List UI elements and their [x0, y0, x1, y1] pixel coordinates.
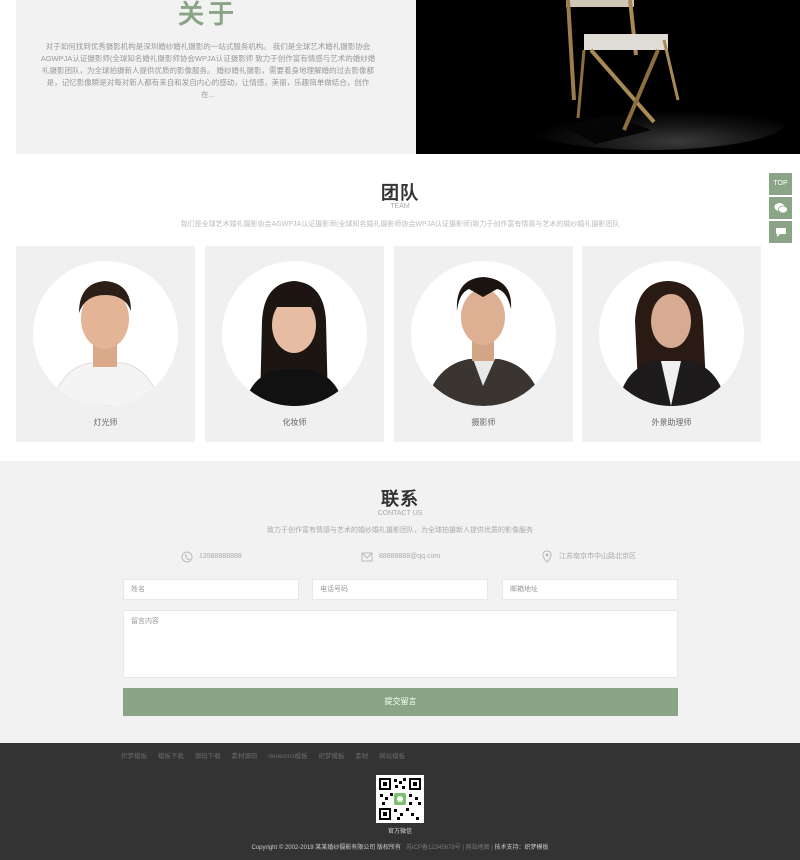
- phone-icon: [181, 551, 193, 563]
- phone-field[interactable]: 电话号码: [312, 579, 488, 600]
- contact-subtitle: CONTACT US: [377, 510, 423, 517]
- name-field[interactable]: 姓名: [123, 579, 299, 600]
- footer-links: 织梦模板 模板下载 源码下载 素材源码 dedecms模板 织梦模板 素材 网站…: [121, 750, 414, 760]
- about-section: 关于 对于如何找到优秀摄影机构是深圳婚纱婚礼摄影的一站式服务机构。 我们是全球艺…: [16, 0, 800, 154]
- team-member-role: 摄影师: [471, 418, 496, 427]
- contact-address-text: 江苏南京市中山路北京区: [559, 553, 636, 560]
- chat-bubble-icon: [775, 228, 786, 237]
- team-member-role: 化妆师: [282, 418, 307, 427]
- footer-link[interactable]: 素材: [355, 753, 368, 760]
- qr-label: 官方微信: [387, 829, 412, 835]
- contact-phone-text: 13588888888: [199, 553, 242, 560]
- contact-email-text: 88888888@qq.com: [379, 553, 441, 560]
- mail-icon: [361, 552, 373, 562]
- location-pin-icon: [542, 550, 552, 563]
- sitemap-link[interactable]: 网站地图: [466, 845, 490, 851]
- contact-description: 致力于创作富有情感与艺术的婚纱婚礼摄影团队，为全球拍摄新人提供优质的影像服务: [267, 527, 533, 534]
- about-text-panel: 关于 对于如何找到优秀摄影机构是深圳婚纱婚礼摄影的一站式服务机构。 我们是全球艺…: [16, 0, 400, 154]
- team-title: 团队: [381, 183, 419, 203]
- about-photo-director-chair: [416, 0, 800, 154]
- contact-title: 联系: [381, 489, 419, 509]
- team-member-photo: [411, 261, 556, 406]
- team-card[interactable]: 外景助理师: [582, 246, 761, 442]
- footer-link[interactable]: 网站模板: [379, 753, 405, 760]
- team-member-photo: [599, 261, 744, 406]
- copyright-line: Copyright © 2002-2019 某某婚纱摄影有限公司 版权所有 苏I…: [251, 845, 549, 851]
- icp-link[interactable]: 苏ICP备12345678号: [406, 845, 461, 851]
- footer: 织梦模板 模板下载 源码下载 素材源码 dedecms模板 织梦模板 素材 网站…: [0, 743, 800, 860]
- footer-link[interactable]: 织梦模板: [121, 753, 147, 760]
- about-body: 对于如何找到优秀摄影机构是深圳婚纱婚礼摄影的一站式服务机构。 我们是全球艺术婚礼…: [40, 42, 376, 99]
- team-member-role: 灯光师: [93, 418, 118, 427]
- message-button[interactable]: [769, 221, 792, 243]
- footer-link[interactable]: 织梦模板: [318, 753, 344, 760]
- wechat-icon: [774, 203, 788, 214]
- contact-section: 联系 CONTACT US 致力于创作富有情感与艺术的婚纱婚礼摄影团队，为全球拍…: [0, 461, 800, 743]
- team-description: 我们是全球艺术婚礼摄影协会AGWPJA认证摄影师(全球知名婚礼摄影师协会WPJA…: [180, 221, 620, 228]
- team-card[interactable]: 灯光师: [16, 246, 195, 442]
- team-member-photo: [222, 261, 367, 406]
- message-field[interactable]: 留言内容: [123, 610, 678, 678]
- wechat-button[interactable]: [769, 197, 792, 219]
- team-subtitle: TEAM: [390, 203, 410, 210]
- team-card[interactable]: 摄影师: [394, 246, 573, 442]
- footer-link[interactable]: 素材源码: [231, 753, 257, 760]
- tech-support-link[interactable]: 技术支持：织梦模板: [495, 845, 549, 851]
- about-title: 关于: [177, 0, 238, 29]
- team-member-role: 外景助理师: [651, 418, 692, 427]
- footer-link[interactable]: 模板下载: [158, 753, 184, 760]
- team-card[interactable]: 化妆师: [205, 246, 384, 442]
- footer-link[interactable]: 源码下载: [195, 753, 221, 760]
- submit-message-button[interactable]: 提交留言: [123, 688, 678, 716]
- email-field[interactable]: 邮箱地址: [502, 579, 678, 600]
- footer-link[interactable]: dedecms模板: [268, 753, 307, 760]
- back-to-top-button[interactable]: TOP: [769, 173, 792, 195]
- wechat-qr-code: [376, 775, 424, 823]
- team-member-photo: [33, 261, 178, 406]
- copyright-text: Copyright © 2002-2019 某某婚纱摄影有限公司 版权所有: [251, 845, 401, 851]
